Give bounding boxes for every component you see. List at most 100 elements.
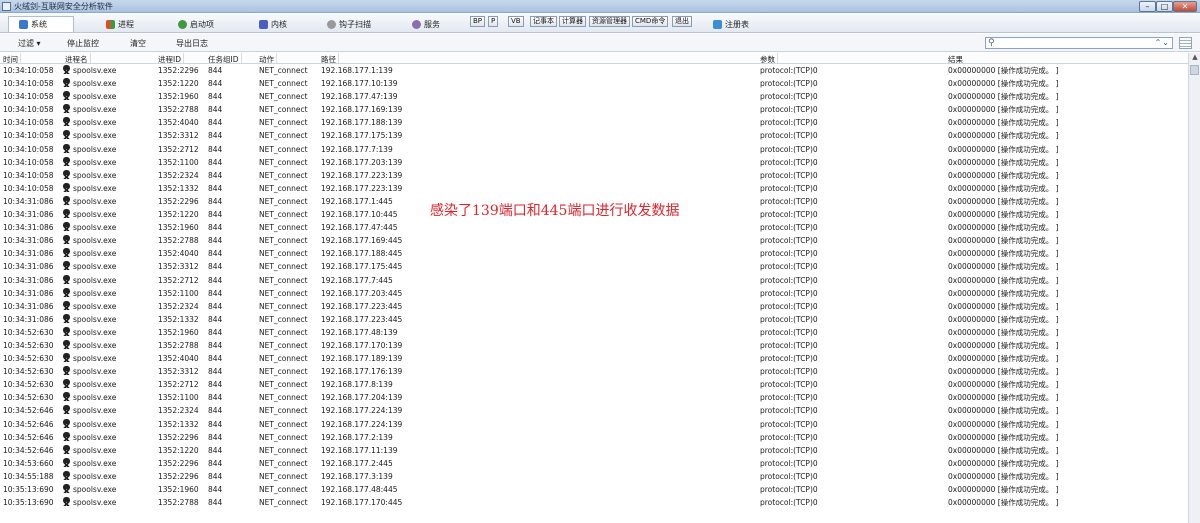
cell-process-id: 1352:2296 [158,458,199,468]
table-row[interactable]: 10:34:52:646 spoolsv.exe 1352:2324 844 NET_c… [0,405,1188,418]
table-row[interactable]: 10:34:10:058 spoolsv.exe 1352:3312 844 NET_c… [0,130,1188,143]
col-task-group-id[interactable]: 任务组ID [208,53,241,65]
tab-hook-scan[interactable]: 钩子扫描 [327,16,371,32]
tab-startup[interactable]: 启动项 [178,16,214,32]
cell-result: 0x00000000 [操作成功完成。 ] [948,105,1059,115]
minimize-button[interactable]: – [1139,1,1156,12]
filter-button[interactable]: 过滤 ▾ [18,38,41,49]
skull-icon [62,78,71,88]
cell-task-group-id: 844 [208,105,223,115]
cell-time: 10:34:10:058 [3,144,54,154]
table-row[interactable]: 10:34:53:660 spoolsv.exe 1352:2296 844 NET_c… [0,457,1188,471]
cell-params: protocol:(TCP)0 [760,314,818,324]
tab-process[interactable]: 进程 [106,16,134,32]
col-path[interactable]: 路径 [321,53,339,65]
service-icon [412,19,421,29]
table-row[interactable]: 10:34:10:058 spoolsv.exe 1352:4040 844 NET_c… [0,117,1188,130]
cell-process-name: spoolsv.exe [73,92,117,102]
cell-task-group-id: 844 [208,314,223,324]
table-row[interactable]: 10:34:10:058 spoolsv.exe 1352:1960 844 NET_c… [0,91,1188,104]
table-row[interactable]: 10:34:31:086 spoolsv.exe 1352:3312 844 NET_c… [0,261,1188,274]
col-result[interactable]: 结果 [948,54,963,65]
table-row[interactable]: 10:34:31:086 spoolsv.exe 1352:1100 844 NET_c… [0,287,1188,301]
table-row[interactable]: 10:34:31:086 spoolsv.exe 1352:2324 844 NET_c… [0,300,1188,314]
table-row[interactable]: 10:34:52:646 spoolsv.exe 1352:1332 844 NET_c… [0,418,1188,432]
cell-task-group-id: 844 [208,157,223,167]
bp-button[interactable]: BP [470,16,486,27]
cell-time: 10:34:52:646 [3,432,54,442]
clear-button[interactable]: 清空 [130,38,146,49]
table-row[interactable]: 10:34:52:630 spoolsv.exe 1352:1100 844 NET_c… [0,392,1188,405]
table-row[interactable]: 10:34:31:086 spoolsv.exe 1352:2712 844 NET_c… [0,274,1188,288]
vertical-scrollbar[interactable]: ▲ [1188,53,1200,523]
search-input[interactable]: ⚲ ⌃⌄ [985,37,1173,49]
table-row[interactable]: 10:34:31:086 spoolsv.exe 1352:4040 844 NET_c… [0,248,1188,261]
vb-button[interactable]: VB [508,16,524,27]
exit-button[interactable]: 退出 [672,16,692,27]
p-button[interactable]: P [488,16,499,27]
cell-task-group-id: 844 [208,340,223,350]
cell-time: 10:34:10:058 [3,66,54,75]
scroll-up-icon[interactable]: ▲ [1190,53,1200,63]
table-row[interactable]: 10:35:13:690 spoolsv.exe 1352:2788 844 NET_c… [0,497,1188,510]
cell-action: NET_connect [259,354,308,364]
table-row[interactable]: 10:34:52:630 spoolsv.exe 1352:3312 844 NET_c… [0,366,1188,379]
cell-task-group-id: 844 [208,236,223,246]
table-row[interactable]: 10:34:52:630 spoolsv.exe 1352:4040 844 NET_c… [0,353,1188,366]
scroll-thumb[interactable] [1190,65,1199,75]
table-row[interactable]: 10:34:10:058 spoolsv.exe 1352:1332 844 NET_c… [0,182,1188,196]
table-row[interactable]: 10:34:55:188 spoolsv.exe 1352:2296 844 NET_c… [0,470,1188,484]
column-settings-icon[interactable] [1179,37,1192,49]
table-row[interactable]: 10:34:52:646 spoolsv.exe 1352:2296 844 NET_c… [0,431,1188,445]
cell-time: 10:34:31:086 [3,275,54,285]
calculator-button[interactable]: 计算器 [559,16,586,27]
cell-params: protocol:(TCP)0 [760,105,818,115]
cell-process-name: spoolsv.exe [73,314,117,324]
cell-time: 10:34:10:058 [3,92,54,102]
cell-path: 192.168.177.203:139 [321,157,403,167]
table-row[interactable]: 10:35:13:690 spoolsv.exe 1352:1960 844 NET_c… [0,484,1188,497]
table-row[interactable]: 10:34:52:630 spoolsv.exe 1352:2712 844 NET_c… [0,379,1188,392]
search-nav-icon[interactable]: ⌃⌄ [1155,38,1170,47]
col-action[interactable]: 动作 [259,53,277,65]
cmd-button[interactable]: CMD命令 [632,16,669,27]
cell-params: protocol:(TCP)0 [760,458,818,468]
col-process-name[interactable]: 进程名 [65,53,90,65]
table-row[interactable]: 10:34:10:058 spoolsv.exe 1352:2712 844 NET_c… [0,143,1188,157]
skull-icon [62,405,71,415]
cell-process-name: spoolsv.exe [73,498,117,508]
table-row[interactable]: 10:34:52:646 spoolsv.exe 1352:1220 844 NET_c… [0,444,1188,458]
col-time[interactable]: 时间 [3,53,21,65]
table-row[interactable]: 10:34:31:086 spoolsv.exe 1352:1960 844 NET_c… [0,222,1188,235]
tab-service[interactable]: 服务 [412,16,440,32]
table-row[interactable]: 10:34:31:086 spoolsv.exe 1352:2788 844 NET_c… [0,235,1188,248]
col-params[interactable]: 参数 [760,53,778,65]
table-row[interactable]: 10:34:10:058 spoolsv.exe 1352:2324 844 NET_c… [0,169,1188,183]
close-button[interactable]: ✕ [1173,1,1197,12]
table-row[interactable]: 10:34:52:630 spoolsv.exe 1352:2788 844 NET_c… [0,339,1188,353]
table-row[interactable]: 10:34:31:086 spoolsv.exe 1352:1332 844 NET_c… [0,313,1188,327]
table-row[interactable]: 10:34:10:058 spoolsv.exe 1352:2788 844 NET_c… [0,104,1188,117]
cell-task-group-id: 844 [208,445,223,455]
table-row[interactable]: 10:34:10:058 spoolsv.exe 1352:1220 844 NET_c… [0,78,1188,91]
cell-params: protocol:(TCP)0 [760,432,818,442]
cell-path: 192.168.177.175:445 [321,262,403,272]
col-process-id[interactable]: 进程ID [158,53,184,65]
cell-result: 0x00000000 [操作成功完成。 ] [948,301,1059,311]
tab-kernel[interactable]: 内核 [259,16,287,32]
explorer-button[interactable]: 资源管理器 [589,16,630,27]
table-row[interactable]: 10:34:52:630 spoolsv.exe 1352:1960 844 NET_c… [0,326,1188,340]
skull-icon [62,143,71,153]
cell-params: protocol:(TCP)0 [760,301,818,311]
cell-path: 192.168.177.170:139 [321,340,403,350]
skull-icon [62,248,71,258]
notepad-button[interactable]: 记事本 [530,16,557,27]
event-log-table: 时间 进程名 进程ID 任务组ID 动作 路径 参数 结果 10:34:10:0… [0,53,1188,523]
tab-system[interactable]: 系统 [8,16,74,32]
table-row[interactable]: 10:34:10:058 spoolsv.exe 1352:2296 844 NET_c… [0,65,1188,78]
export-log-button[interactable]: 导出日志 [176,38,208,49]
table-row[interactable]: 10:34:10:058 spoolsv.exe 1352:1100 844 NET_c… [0,156,1188,170]
tab-registry[interactable]: 注册表 [713,16,749,32]
maximize-button[interactable]: □ [1156,1,1173,12]
stop-monitor-button[interactable]: 停止监控 [67,38,99,49]
